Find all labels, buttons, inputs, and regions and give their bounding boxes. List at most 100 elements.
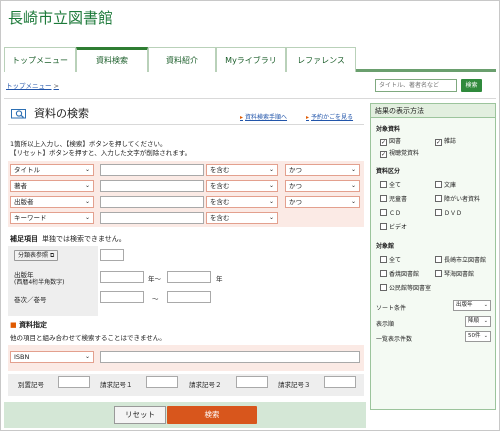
resource-spec-heading: ■ 資料指定 — [10, 321, 48, 329]
count-select[interactable]: 50件 ⌄ — [465, 331, 491, 342]
checkbox-kinkai[interactable]: 琴海図書館 — [435, 269, 474, 278]
pub-year-from-input[interactable] — [100, 271, 144, 283]
match-select-2[interactable]: を含む ⌄ — [206, 180, 278, 192]
field-select-2[interactable]: 著者 ⌄ — [10, 180, 94, 192]
checkbox-checked-icon: ✓ — [380, 151, 387, 158]
checkbox-nagasaki-city[interactable]: 長崎市立図書館 — [435, 255, 486, 264]
checkbox-books[interactable]: ✓ 図書 — [380, 136, 401, 146]
quick-search-button[interactable]: 検索 — [461, 79, 482, 92]
window-icon: ⧉ — [49, 252, 55, 259]
field-select-1[interactable]: タイトル ⌄ — [10, 164, 94, 176]
checkbox-accessibility[interactable]: 障がい者資料 — [435, 194, 480, 203]
call-number-2-input[interactable] — [236, 376, 268, 388]
tab-search[interactable]: 資料検索 — [76, 47, 148, 72]
chevron-down-icon: ⌄ — [84, 166, 90, 173]
supplementary-heading: 補足項目 単独では検索できません。 — [10, 235, 126, 243]
checkbox-checked-icon: ✓ — [435, 139, 442, 146]
field-select-3[interactable]: 出版者 ⌄ — [10, 196, 94, 208]
chevron-down-icon: ⌄ — [268, 198, 274, 205]
volume-range-tilde: ～ — [152, 295, 159, 303]
resource-spec-note: 他の項目と組み合わせて検索することはできません。 — [10, 334, 166, 342]
classification-input[interactable] — [100, 249, 124, 261]
separate-mark-input[interactable] — [58, 376, 90, 388]
volume-label: 巻次／巻号 — [14, 296, 47, 304]
procedure-link[interactable]: ▸ 資料検索手順へ — [240, 112, 287, 121]
breadcrumb: トップメニュー > — [6, 80, 59, 90]
cart-link-label: 予約かごを見る — [311, 114, 354, 121]
checkbox-library-all[interactable]: 全て — [380, 255, 401, 264]
divider — [4, 98, 496, 99]
tab-reference[interactable]: レファレンス — [286, 47, 356, 72]
match-select-4[interactable]: を含む ⌄ — [206, 212, 278, 224]
sort-select[interactable]: 出版年 ⌄ — [453, 300, 491, 311]
checkbox-koyagi[interactable]: 香焼図書館 — [380, 269, 419, 278]
tab-top-menu[interactable]: トップメニュー — [4, 47, 76, 72]
checkbox-magazines[interactable]: ✓ 雑誌 — [435, 136, 456, 146]
keyword-input-3[interactable] — [100, 196, 204, 208]
procedure-link-label: 資料検索手順へ — [245, 114, 288, 121]
chevron-down-icon: ⌄ — [84, 353, 90, 360]
chevron-down-icon: ⌄ — [483, 333, 488, 339]
call-number-3-input[interactable] — [324, 376, 356, 388]
field-select-4[interactable]: キーワード ⌄ — [10, 212, 94, 224]
category-heading: 資料区分 — [376, 168, 401, 175]
keyword-input-2[interactable] — [100, 180, 204, 192]
chevron-down-icon: ⌄ — [268, 166, 274, 173]
display-options-panel: 結果の表示方法 対象資料 ✓ 図書 ✓ 雑誌 ✓ 視聴覚資料 資料区分 全て 文庫 児… — [370, 103, 496, 410]
tab-my-library[interactable]: Myライブラリ — [216, 47, 286, 72]
checkbox-cd[interactable]: ＣＤ — [380, 208, 401, 217]
pub-year-format-note: (西暦4桁半角数字) — [14, 279, 65, 286]
order-label: 表示順 — [376, 321, 395, 328]
chevron-down-icon: ⌄ — [268, 182, 274, 189]
call-number-1-input[interactable] — [146, 376, 178, 388]
library-heading: 対象館 — [376, 243, 395, 250]
reset-button[interactable]: リセット — [114, 406, 166, 424]
keyword-input-4[interactable] — [100, 212, 204, 224]
order-select[interactable]: 降順 ⌄ — [465, 316, 491, 327]
volume-to-input[interactable] — [167, 291, 211, 303]
quick-search-input[interactable] — [375, 79, 457, 92]
operator-select-2[interactable]: かつ ⌄ — [285, 180, 360, 192]
site-title[interactable]: 長崎市立図書館 — [8, 7, 113, 28]
checkbox-category-all[interactable]: 全て — [380, 180, 401, 189]
keyword-input-1[interactable] — [100, 164, 204, 176]
bullet-icon: ■ — [10, 321, 17, 329]
volume-from-input[interactable] — [100, 291, 144, 303]
main-content: 資料の検索 ▸ 資料検索手順へ ▸ 予約かごを見る 1箇所以上入力し、【検索】ボタン… — [4, 100, 366, 430]
checkbox-bunko[interactable]: 文庫 — [435, 180, 456, 189]
checkbox-video[interactable]: ビデオ — [380, 222, 407, 231]
separate-mark-label: 別置記号 — [18, 381, 44, 389]
checkbox-community-centers[interactable]: 公民館等図書室 — [380, 283, 431, 292]
search-button[interactable]: 検索 — [167, 406, 257, 424]
call-number-2-label: 請求記号２ — [189, 381, 222, 389]
checkbox-children[interactable]: 児童書 — [380, 194, 407, 203]
title-divider — [8, 124, 364, 125]
display-options-title: 結果の表示方法 — [371, 104, 495, 118]
call-number-1-label: 請求記号１ — [100, 381, 133, 389]
classification-table-button[interactable]: 分類表参照 ⧉ — [14, 250, 59, 261]
checkbox-dvd[interactable]: ＤＶＤ — [435, 208, 462, 217]
operator-select-3[interactable]: かつ ⌄ — [285, 196, 360, 208]
id-type-select[interactable]: ISBN ⌄ — [10, 351, 94, 363]
checkbox-av-materials[interactable]: ✓ 視聴覚資料 — [380, 148, 419, 158]
tab-introduction[interactable]: 資料紹介 — [148, 47, 216, 72]
id-number-input[interactable] — [100, 351, 360, 363]
chevron-down-icon: ⌄ — [350, 166, 356, 173]
breadcrumb-separator: > — [53, 82, 59, 90]
search-icon — [11, 109, 26, 119]
chevron-down-icon: ⌄ — [350, 198, 356, 205]
reset-instruction-text: 【リセット】ボタンを押すと、入力した文字が削除されます。 — [10, 149, 192, 157]
match-select-1[interactable]: を含む ⌄ — [206, 164, 278, 176]
breadcrumb-home-link[interactable]: トップメニュー — [6, 82, 52, 90]
chevron-down-icon: ⌄ — [483, 302, 488, 308]
page-title: 資料の検索 — [34, 107, 89, 120]
year-from-suffix: 年～ — [148, 275, 161, 283]
pub-year-to-input[interactable] — [167, 271, 211, 283]
match-select-3[interactable]: を含む ⌄ — [206, 196, 278, 208]
arrow-right-icon: ▸ — [240, 114, 244, 121]
checkbox-checked-icon: ✓ — [380, 139, 387, 146]
operator-select-1[interactable]: かつ ⌄ — [285, 164, 360, 176]
sort-label: ソート条件 — [376, 305, 407, 312]
chevron-down-icon: ⌄ — [84, 214, 90, 221]
cart-link[interactable]: ▸ 予約かごを見る — [306, 112, 353, 121]
